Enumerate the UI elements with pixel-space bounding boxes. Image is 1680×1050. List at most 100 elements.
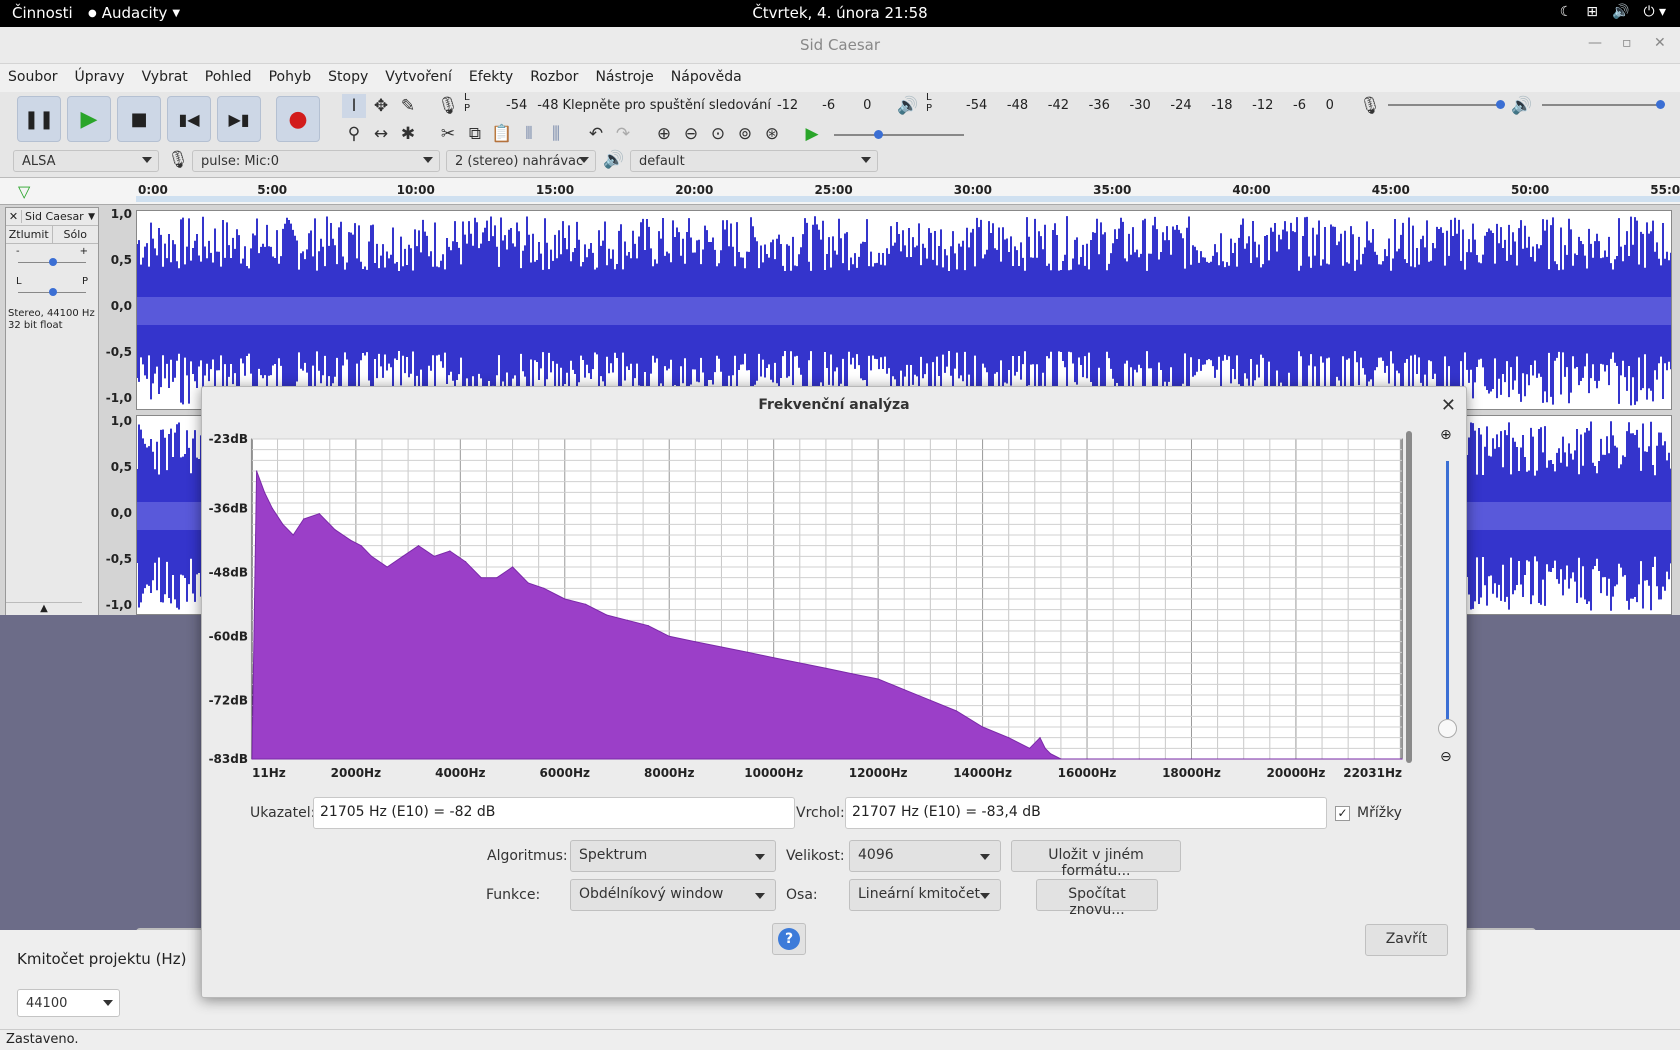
help-button[interactable]: ? — [772, 923, 806, 955]
track-close-icon[interactable]: ✕ — [6, 210, 22, 223]
silence-icon[interactable]: ⫼ — [544, 122, 568, 146]
pan-slider[interactable]: L P — [6, 274, 98, 304]
export-button[interactable]: Uložit v jiném formátu... — [1011, 840, 1181, 879]
night-light-icon: ☾ — [1559, 4, 1573, 20]
frequency-analysis-dialog: Frekvenční analýza ✕ -23dB -36dB -48dB -60d… — [201, 386, 1467, 998]
menu-pohyb[interactable]: Pohyb — [269, 64, 320, 92]
spectrum-point — [360, 545, 362, 547]
selection-tool-icon[interactable]: I — [342, 94, 366, 118]
channels-select[interactable]: 2 (stereo) nahrávac — [446, 150, 596, 172]
spectrum-chart[interactable]: -23dB -36dB -48dB -60dB -72dB -83dB 11Hz 2000Hz… — [202, 427, 1412, 787]
timeshift-tool-icon[interactable]: ↔ — [369, 122, 393, 146]
play-at-speed-icon[interactable]: ▶ — [800, 122, 824, 146]
project-rate-select[interactable]: 44100 — [17, 989, 120, 1017]
menu-soubor[interactable]: Soubor — [8, 64, 66, 92]
record-meter-tick: -54 — [506, 97, 528, 113]
skip-start-button[interactable]: ▮◀ — [167, 96, 211, 142]
audio-host-select[interactable]: ALSA — [13, 150, 159, 172]
menu-upravy[interactable]: Úpravy — [75, 64, 133, 92]
slider-thumb[interactable] — [874, 130, 883, 139]
envelope-tool-icon[interactable]: ✥ — [369, 94, 393, 118]
zoom-in-icon[interactable]: ⊕ — [1440, 427, 1452, 443]
fit-project-icon[interactable]: ⊚ — [733, 122, 757, 146]
zoom-tool-icon[interactable]: ⚲ — [342, 122, 366, 146]
input-device-select[interactable]: pulse: Mic:0 — [192, 150, 440, 172]
spectrum-scrollbar[interactable] — [1406, 431, 1412, 763]
replot-button[interactable]: Spočítat znovu... — [1036, 879, 1158, 918]
timeline-pin-icon[interactable]: ▽ — [18, 182, 30, 201]
spectrum-point — [256, 470, 258, 472]
slider-thumb[interactable] — [1656, 100, 1665, 109]
axis-select[interactable]: Lineární kmitočet — [849, 879, 1001, 911]
timeline-ruler[interactable]: ▽ 0:00 5:00 10:00 15:00 20:00 25:00 30:00 35:00… — [0, 178, 1680, 205]
menu-nastroje[interactable]: Nástroje — [595, 64, 661, 92]
app-menu[interactable]: ● Audacity ▼ — [88, 4, 180, 22]
undo-icon[interactable]: ↶ — [584, 122, 608, 146]
play-meter[interactable]: -54 -48 -42 -36 -30 -24 -18 -12 -6 0 — [940, 94, 1340, 116]
record-volume-slider[interactable] — [1388, 100, 1505, 109]
play-button[interactable]: ▶ — [67, 96, 111, 142]
menu-napoveda[interactable]: Nápověda — [671, 64, 750, 92]
chevron-down-icon — [579, 157, 589, 163]
draw-tool-icon[interactable]: ✎ — [396, 94, 420, 118]
menu-rozbor[interactable]: Rozbor — [530, 64, 586, 92]
pause-button[interactable]: ❚❚ — [17, 96, 61, 142]
menu-stopy[interactable]: Stopy — [328, 64, 376, 92]
menu-efekty[interactable]: Efekty — [469, 64, 521, 92]
slider-thumb[interactable] — [49, 258, 57, 266]
ruler-tick: 0:00 — [138, 183, 168, 197]
solo-button[interactable]: Sólo — [53, 226, 99, 243]
system-tray[interactable]: ☾ ⊞ 🔊 ⏻ ▾ — [1560, 4, 1666, 20]
close-icon[interactable]: ✕ — [1654, 35, 1666, 51]
slider-thumb[interactable] — [1438, 719, 1457, 738]
redo-icon[interactable]: ↷ — [611, 122, 635, 146]
track-header[interactable]: ✕ Sid Caesar ▼ — [6, 208, 98, 226]
zoom-in-icon[interactable]: ⊕ — [652, 122, 676, 146]
algorithm-select[interactable]: Spektrum — [570, 840, 776, 872]
stop-button[interactable]: ■ — [117, 96, 161, 142]
slider-thumb[interactable] — [49, 288, 57, 296]
grids-checkbox[interactable]: ✓ — [1335, 806, 1350, 821]
mute-button[interactable]: Ztlumit — [6, 226, 53, 243]
menu-vybrat[interactable]: Vybrat — [142, 64, 196, 92]
zoom-out-icon[interactable]: ⊖ — [679, 122, 703, 146]
maximize-icon[interactable]: ▫ — [1622, 35, 1632, 51]
record-button[interactable]: ● — [276, 96, 320, 142]
chevron-down-icon — [755, 854, 765, 860]
output-device-select[interactable]: default — [630, 150, 878, 172]
record-meter-mic-icon[interactable]: 🎙 — [436, 94, 460, 118]
trim-icon[interactable]: ⫴ — [517, 122, 541, 146]
cursor-field[interactable]: 21705 Hz (E10) = -82 dB — [313, 797, 795, 829]
slider-thumb[interactable] — [1496, 100, 1505, 109]
skip-start-icon: ▮◀ — [178, 109, 200, 129]
play-meter-speaker-icon[interactable]: 🔊 — [896, 94, 920, 118]
skip-end-button[interactable]: ▶▮ — [217, 96, 261, 142]
paste-icon[interactable]: 📋 — [490, 122, 514, 146]
play-speed-slider[interactable] — [834, 130, 964, 139]
activities-button[interactable]: Činnosti — [12, 4, 73, 22]
menu-vytvoreni[interactable]: Vytvoření — [385, 64, 460, 92]
minimize-icon[interactable]: — — [1588, 35, 1602, 51]
record-meter-tick: -48 — [537, 97, 559, 113]
chevron-down-icon — [142, 157, 152, 163]
size-select[interactable]: 4096 — [849, 840, 1001, 872]
multi-tool-icon[interactable]: ✱ — [396, 122, 420, 146]
zoom-toggle-icon[interactable]: ⊛ — [760, 122, 784, 146]
peak-field[interactable]: 21707 Hz (E10) = -83,4 dB — [845, 797, 1327, 829]
playback-volume-slider[interactable] — [1542, 100, 1665, 109]
waveform-left-channel[interactable] — [136, 210, 1672, 410]
track-name[interactable]: Sid Caesar — [22, 210, 88, 223]
zoom-out-icon[interactable]: ⊖ — [1440, 749, 1452, 765]
gain-slider[interactable]: - + — [6, 244, 98, 274]
function-select[interactable]: Obdélníkový window — [570, 879, 776, 911]
menu-pohled[interactable]: Pohled — [205, 64, 260, 92]
chevron-down-icon[interactable]: ▼ — [88, 212, 98, 222]
fit-selection-icon[interactable]: ⊙ — [706, 122, 730, 146]
close-icon[interactable]: ✕ — [1441, 395, 1456, 416]
copy-icon[interactable]: ⧉ — [463, 122, 487, 146]
cut-icon[interactable]: ✂ — [436, 122, 460, 146]
clock[interactable]: Čtvrtek, 4. února 21:58 — [0, 4, 1680, 22]
close-button[interactable]: Zavřít — [1365, 924, 1448, 956]
vertical-zoom-slider[interactable] — [1446, 461, 1449, 719]
record-meter[interactable]: -54 -48 Klepněte pro spuštění sledování … — [476, 94, 876, 116]
